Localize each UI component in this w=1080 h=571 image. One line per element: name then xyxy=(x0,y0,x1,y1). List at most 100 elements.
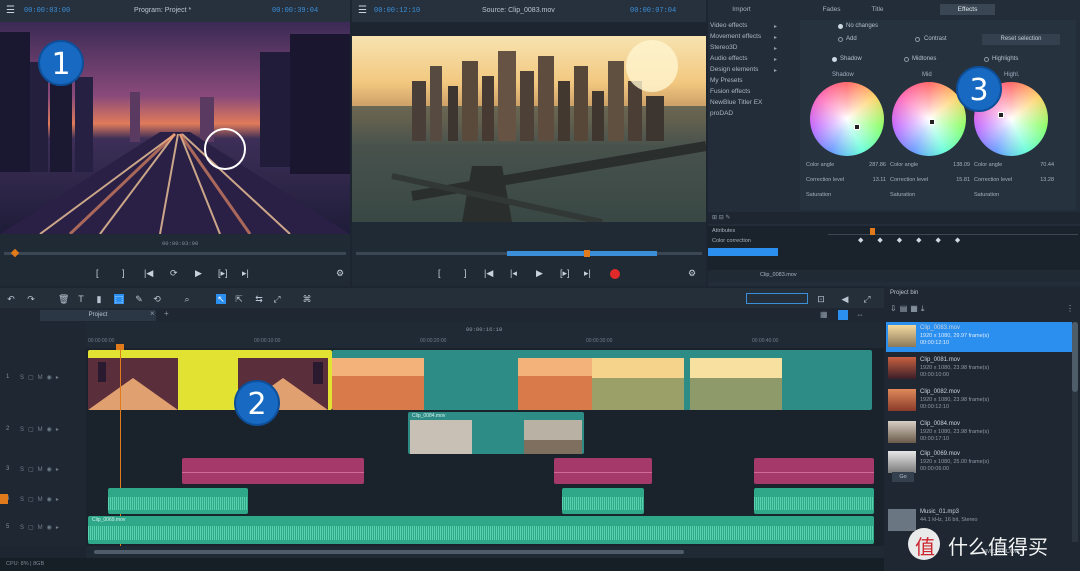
category-stereo3d[interactable]: Stereo3D xyxy=(708,42,796,53)
media-pool-scroll-thumb[interactable] xyxy=(1072,322,1078,392)
keyframe-row-selected[interactable] xyxy=(708,248,778,256)
track-header-5[interactable]: 5 xyxy=(6,524,9,530)
title-clip-3[interactable] xyxy=(754,458,874,484)
source-mark-out-icon[interactable]: ] xyxy=(464,268,467,278)
tab-title[interactable]: Title xyxy=(850,4,905,15)
media-pool-scrollbar[interactable] xyxy=(1072,322,1078,542)
mark-out-icon[interactable]: ] xyxy=(122,268,125,278)
mode-radio-add[interactable] xyxy=(838,37,843,42)
track-4-solo-icon[interactable] xyxy=(0,494,8,504)
source-scrubber[interactable] xyxy=(352,222,706,262)
category-fusion-effects[interactable]: Fusion effects xyxy=(708,86,796,97)
source-mark-in-icon[interactable]: [ xyxy=(438,268,441,278)
shadow-wheel-handle[interactable] xyxy=(854,124,860,130)
source-preview[interactable] xyxy=(352,36,706,222)
source-go-start-icon[interactable]: |◀ xyxy=(484,268,493,279)
pen-tool-icon[interactable]: ✎ xyxy=(134,294,144,304)
title-clip-1[interactable] xyxy=(182,458,364,484)
timeline-ruler[interactable]: 00:00:16:18 00:00:00:00 00:00:10:00 00:0… xyxy=(86,322,884,348)
keyframe-clip-label[interactable]: Clip_0083.mov xyxy=(760,272,797,278)
shadow-angle-value[interactable]: 287.86 xyxy=(869,158,886,173)
tab-import[interactable]: Import xyxy=(714,4,769,15)
shadow-color-wheel[interactable] xyxy=(810,82,884,156)
pointer-tool-icon[interactable]: ↖ xyxy=(216,294,226,304)
slip-tool-icon[interactable]: ⇆ xyxy=(254,294,264,304)
mode-radio-contrast[interactable] xyxy=(915,37,920,42)
paint-tool-icon[interactable]: ▮ xyxy=(94,294,104,304)
range-radio-highlights[interactable] xyxy=(984,57,989,62)
source-next-marker-icon[interactable]: [▸] xyxy=(560,268,570,279)
reset-selection-button[interactable]: Reset selection xyxy=(982,34,1060,45)
tab-project[interactable]: Project xyxy=(40,310,156,321)
source-settings-icon[interactable]: ⚙ xyxy=(688,268,696,279)
source-range-selection[interactable] xyxy=(507,251,657,256)
timeline-split-icon[interactable]: ⇔ xyxy=(856,310,864,319)
range-radio-midtones[interactable] xyxy=(904,57,909,62)
redo-icon[interactable]: ↷ xyxy=(26,294,36,304)
play-icon[interactable]: ▶ xyxy=(195,268,202,279)
media-item-4[interactable]: Clip_0084.mov 1920 x 1080, 23.98 frame(s… xyxy=(886,418,1074,448)
title-clip-2[interactable] xyxy=(554,458,652,484)
source-prev-frame-icon[interactable]: |◂ xyxy=(510,268,517,279)
highlight-wheel-handle[interactable] xyxy=(998,112,1004,118)
video-clip-2[interactable] xyxy=(332,350,872,410)
selection-tool-icon[interactable]: ⬚ xyxy=(114,294,124,304)
category-video-effects[interactable]: Video effects xyxy=(708,20,796,31)
playhead-marker[interactable] xyxy=(10,248,20,258)
next-marker-icon[interactable]: [▸] xyxy=(218,268,228,279)
highlight-correction-value[interactable]: 13.28 xyxy=(1040,173,1054,188)
track-3-controls[interactable]: S▢M◉▸ xyxy=(20,466,63,473)
record-icon[interactable] xyxy=(610,269,620,279)
zoom-tool-icon[interactable]: ⌕ xyxy=(182,294,192,304)
shadow-correction-value[interactable]: 13.11 xyxy=(873,173,886,188)
program-settings-icon[interactable]: ⚙ xyxy=(336,268,344,279)
source-go-end-icon[interactable]: ▸| xyxy=(584,268,591,279)
category-newblue-titler[interactable]: NewBlue Titler EX xyxy=(708,97,796,108)
keyframe-row-color-correction[interactable]: Color correction xyxy=(712,238,751,244)
audio-clip-1[interactable] xyxy=(108,488,248,514)
media-pool-toolbar[interactable]: ⇩▤▦⤓ xyxy=(890,304,927,314)
close-tab-icon[interactable]: × xyxy=(150,309,155,318)
timeline-view-icon[interactable]: ▦ xyxy=(820,310,828,319)
range-radio-shadow[interactable] xyxy=(832,57,837,62)
ripple-tool-icon[interactable]: ⇱ xyxy=(234,294,244,304)
track-header-3[interactable]: 3 xyxy=(6,466,9,472)
timeline-scroll-thumb[interactable] xyxy=(94,550,684,554)
source-playhead[interactable] xyxy=(584,250,590,257)
trim-tool-icon[interactable]: ⤢ xyxy=(272,294,282,304)
snap-icon[interactable]: ⌘ xyxy=(302,294,312,304)
audio-clip-3[interactable] xyxy=(754,488,874,514)
timeline-scrollbar[interactable] xyxy=(86,546,884,558)
rotate-tool-icon[interactable]: ⟲ xyxy=(152,294,162,304)
keyframe-playhead[interactable] xyxy=(870,228,875,235)
add-tab-icon[interactable]: + xyxy=(164,309,169,318)
timeline-playhead-handle[interactable] xyxy=(116,344,124,350)
media-pool-go-button[interactable]: Go xyxy=(892,472,914,482)
fit-timeline-icon[interactable]: ⊡ xyxy=(816,294,826,304)
music-clip[interactable]: Clip_0069.mov xyxy=(88,516,874,544)
fullscreen-icon[interactable]: ⤢ xyxy=(862,294,872,304)
mode-radio-no-changes[interactable] xyxy=(838,24,843,29)
media-item-3[interactable]: Clip_0082.mov 1920 x 1080, 23.98 frame(s… xyxy=(886,386,1074,416)
video-clip-3[interactable]: Clip_0084.mov xyxy=(408,412,584,454)
mid-angle-value[interactable]: 138.09 xyxy=(953,158,970,173)
category-my-presets[interactable]: My Presets xyxy=(708,75,796,86)
track-header-2[interactable]: 2 xyxy=(6,426,9,432)
undo-icon[interactable]: ↶ xyxy=(6,294,16,304)
mark-in-icon[interactable]: [ xyxy=(96,268,99,278)
audio-mixer-icon[interactable]: ◀ xyxy=(840,294,850,304)
track-1-controls[interactable]: S▢M◉▸ xyxy=(20,374,63,381)
media-item-2[interactable]: Clip_0081.mov 1920 x 1080, 23.98 frame(s… xyxy=(886,354,1074,384)
media-pool-options-icon[interactable]: ⋮ xyxy=(1066,304,1074,313)
track-5-controls[interactable]: S▢M◉▸ xyxy=(20,524,63,531)
zoom-range-control[interactable] xyxy=(746,293,808,304)
mid-color-wheel[interactable] xyxy=(892,82,966,156)
category-design-elements[interactable]: Design elements xyxy=(708,64,796,75)
tab-effects[interactable]: Effects xyxy=(940,4,995,15)
timeline-mode-icon[interactable] xyxy=(838,310,848,320)
category-prodad[interactable]: proDAD xyxy=(708,108,796,119)
audio-clip-2[interactable] xyxy=(562,488,644,514)
keyframe-diamonds[interactable]: ◆◆◆◆◆◆ xyxy=(858,236,974,244)
highlight-angle-value[interactable]: 70.44 xyxy=(1040,158,1054,173)
video-clip-1[interactable] xyxy=(88,350,332,410)
